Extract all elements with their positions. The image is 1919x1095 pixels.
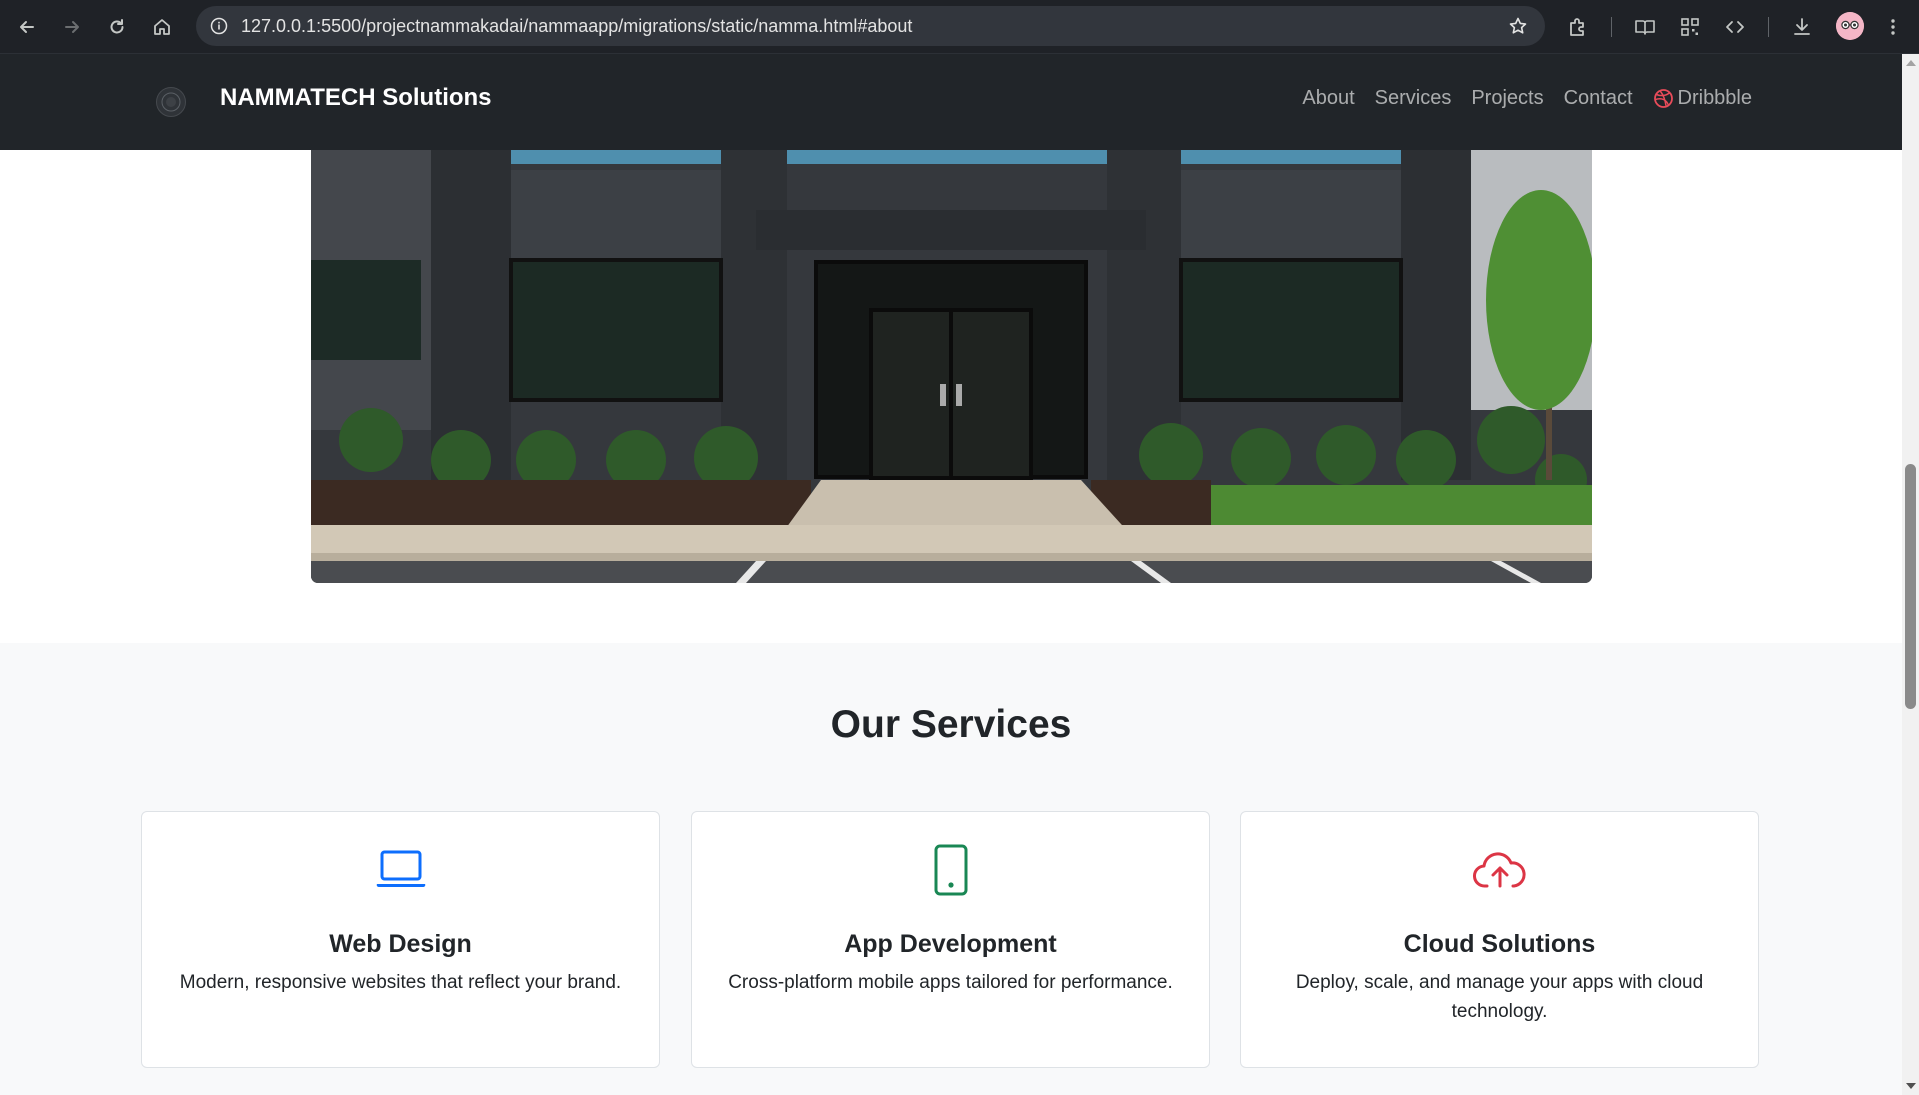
forward-icon[interactable] <box>54 9 90 45</box>
service-card-title: Web Design <box>329 930 472 958</box>
service-card-app-development: App Development Cross-platform mobile ap… <box>691 811 1210 1068</box>
services-section: Our Services Web Design Modern, responsi… <box>0 643 1902 1095</box>
nav-link-about[interactable]: About <box>1302 87 1354 110</box>
toolbar-divider <box>1611 17 1612 37</box>
more-menu-icon[interactable] <box>1875 9 1911 45</box>
service-card-web-design: Web Design Modern, responsive websites t… <box>141 811 660 1068</box>
home-icon[interactable] <box>144 9 180 45</box>
brand-logo[interactable] <box>156 87 186 117</box>
nav-links: About Services Projects Contact Dribbble <box>1302 87 1752 110</box>
reading-mode-icon[interactable] <box>1627 9 1663 45</box>
site-info-icon[interactable] <box>204 11 234 41</box>
profile-avatar[interactable] <box>1836 12 1864 40</box>
phone-icon <box>692 844 1209 896</box>
page-scrollbar[interactable] <box>1902 54 1919 1095</box>
brand-name[interactable]: NAMMATECH Solutions <box>220 84 492 112</box>
download-icon[interactable] <box>1784 9 1820 45</box>
nav-link-contact[interactable]: Contact <box>1564 87 1633 110</box>
scroll-down-icon[interactable] <box>1906 1083 1916 1089</box>
extensions-icon[interactable] <box>1560 9 1596 45</box>
laptop-icon <box>142 844 659 896</box>
service-card-cloud-solutions: Cloud Solutions Deploy, scale, and manag… <box>1240 811 1759 1068</box>
scrollbar-thumb[interactable] <box>1905 464 1916 709</box>
service-card-title: App Development <box>844 930 1057 958</box>
service-card-text: Deploy, scale, and manage your apps with… <box>1295 972 1704 1022</box>
service-card-text: Modern, responsive websites that reflect… <box>179 972 622 993</box>
url-text[interactable]: 127.0.0.1:5500/projectnammakadai/nammaap… <box>241 6 912 46</box>
scroll-up-icon[interactable] <box>1906 60 1916 66</box>
service-card-title: Cloud Solutions <box>1403 930 1596 958</box>
browser-toolbar: 127.0.0.1:5500/projectnammakadai/nammaap… <box>0 0 1919 54</box>
address-bar[interactable]: 127.0.0.1:5500/projectnammakadai/nammaap… <box>196 6 1545 46</box>
nav-link-dribbble[interactable]: Dribbble <box>1653 87 1752 110</box>
reload-icon[interactable] <box>99 9 135 45</box>
services-title: Our Services <box>830 703 1072 746</box>
cloud-upload-icon <box>1241 844 1758 896</box>
nav-link-services[interactable]: Services <box>1375 87 1452 110</box>
toolbar-divider <box>1768 17 1769 37</box>
service-card-text: Cross-platform mobile apps tailored for … <box>728 972 1173 993</box>
bookmark-star-icon[interactable] <box>1503 11 1533 41</box>
nav-link-dribbble-label: Dribbble <box>1677 87 1752 109</box>
qr-code-icon[interactable] <box>1672 9 1708 45</box>
devtools-icon[interactable] <box>1717 9 1753 45</box>
back-icon[interactable] <box>9 9 45 45</box>
nav-link-projects[interactable]: Projects <box>1471 87 1543 110</box>
site-navbar: NAMMATECH Solutions About Services Proje… <box>0 54 1902 150</box>
about-building-image <box>311 150 1592 583</box>
dribbble-icon <box>1653 89 1673 108</box>
